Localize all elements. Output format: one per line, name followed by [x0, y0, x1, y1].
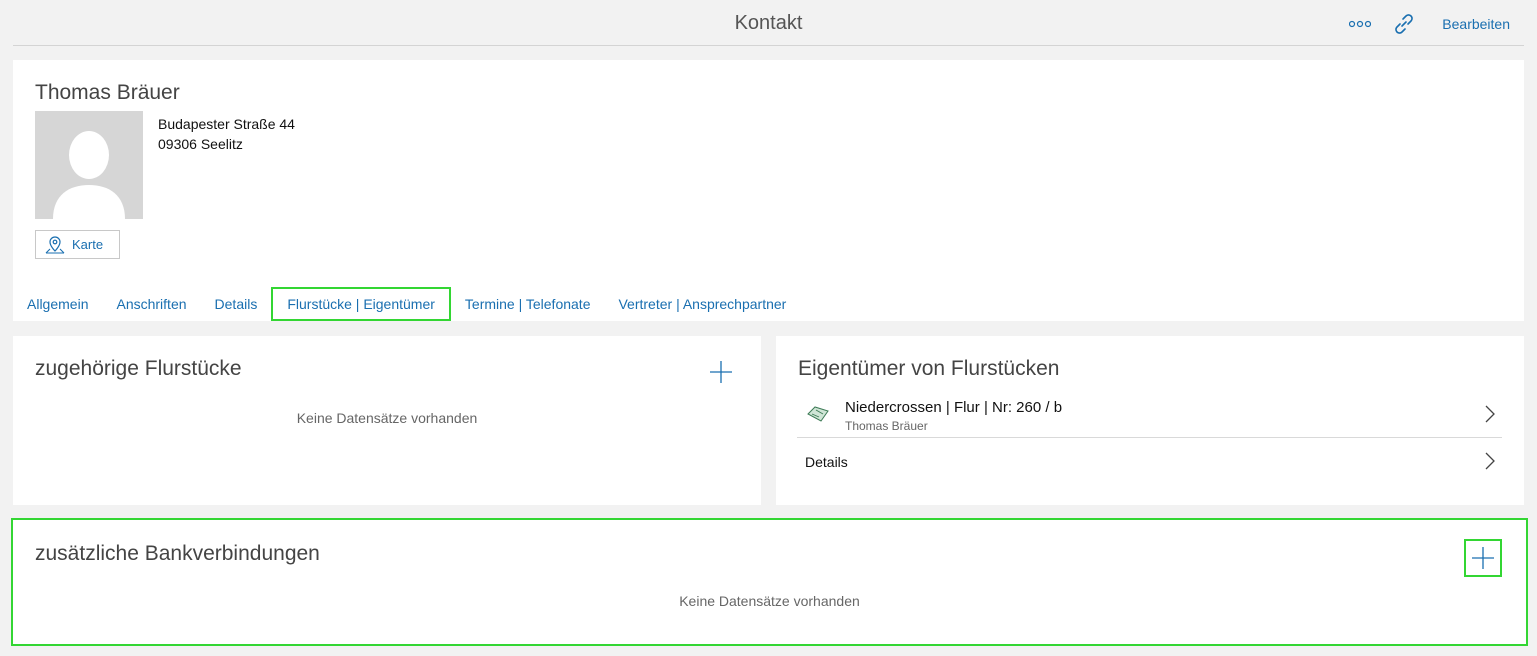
- profile-card: Thomas Bräuer Budapester Straße 44 09306…: [13, 60, 1524, 321]
- tab-flurstuecke-eigentuemer[interactable]: Flurstücke | Eigentümer: [271, 287, 451, 321]
- tab-bar: Allgemein Anschriften Details Flurstücke…: [13, 286, 800, 322]
- contact-name: Thomas Bräuer: [35, 81, 180, 104]
- address: Budapester Straße 44 09306 Seelitz: [158, 114, 295, 154]
- more-dots-icon[interactable]: [1348, 12, 1372, 36]
- link-icon[interactable]: [1392, 12, 1416, 36]
- list-item[interactable]: Niedercrossen | Flur | Nr: 260 / b Thoma…: [797, 396, 1502, 438]
- parcels-empty-text: Keine Datensätze vorhanden: [296, 410, 478, 426]
- chevron-right-icon: [1485, 452, 1495, 470]
- page-title: Kontakt: [734, 12, 803, 34]
- map-button-label: Karte: [72, 237, 104, 252]
- bank-accounts-empty-text: Keine Datensätze vorhanden: [679, 593, 860, 609]
- parcel-map-icon: [807, 406, 829, 422]
- header-actions: Bearbeiten: [1348, 12, 1510, 36]
- add-bank-account-button[interactable]: [1464, 539, 1502, 577]
- owners-title: Eigentümer von Flurstücken: [798, 357, 1060, 380]
- address-city: 09306 Seelitz: [158, 136, 243, 152]
- plus-icon: [1472, 547, 1494, 569]
- parcels-title: zugehörige Flurstücke: [35, 357, 242, 380]
- add-parcel-button[interactable]: [705, 356, 737, 388]
- details-row[interactable]: Details: [797, 446, 1502, 478]
- plus-icon: [710, 361, 732, 383]
- details-label: Details: [805, 454, 848, 470]
- person-silhouette-icon: [53, 131, 125, 219]
- top-bar: Kontakt Bearbeiten: [13, 0, 1524, 46]
- avatar: [35, 111, 143, 219]
- owner-item-subtitle: Thomas Bräuer: [845, 419, 928, 433]
- bank-accounts-panel: zusätzliche Bankverbindungen Keine Daten…: [11, 518, 1528, 646]
- chevron-right-icon: [1485, 405, 1495, 423]
- edit-button[interactable]: Bearbeiten: [1442, 16, 1510, 32]
- bank-accounts-title: zusätzliche Bankverbindungen: [35, 542, 320, 565]
- address-street: Budapester Straße 44: [158, 116, 295, 132]
- map-pin-icon: [45, 235, 65, 254]
- tab-allgemein[interactable]: Allgemein: [13, 287, 102, 321]
- tab-details[interactable]: Details: [201, 287, 272, 321]
- map-button[interactable]: Karte: [35, 230, 120, 259]
- tab-vertreter-ansprechpartner[interactable]: Vertreter | Ansprechpartner: [604, 287, 800, 321]
- owner-item-title: Niedercrossen | Flur | Nr: 260 / b: [845, 399, 1063, 416]
- tab-anschriften[interactable]: Anschriften: [102, 287, 200, 321]
- parcels-panel: zugehörige Flurstücke Keine Datensätze v…: [13, 336, 761, 505]
- owners-panel: Eigentümer von Flurstücken Niedercrossen…: [776, 336, 1524, 505]
- tab-termine-telefonate[interactable]: Termine | Telefonate: [451, 287, 605, 321]
